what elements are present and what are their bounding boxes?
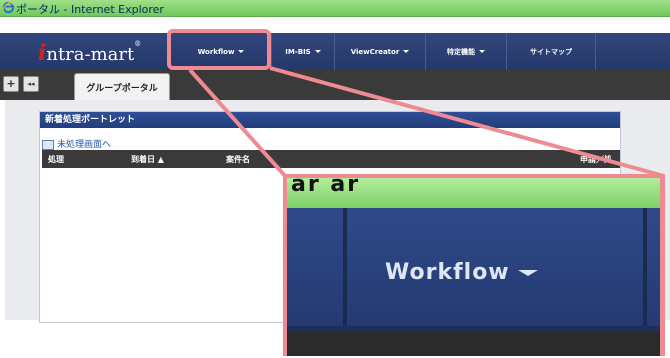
zoom-divider-left: [343, 208, 347, 332]
workflow-highlight-box: [167, 29, 271, 70]
chevron-down-icon: [517, 270, 538, 276]
zoom-workflow-label: Workflow: [385, 260, 510, 285]
workflow-zoom-inset: ar ar Workflow: [283, 174, 665, 356]
zoom-title-fragment: ar ar: [291, 174, 361, 197]
zoom-tab-bar: [287, 332, 660, 356]
zoom-workflow-menu[interactable]: Workflow: [385, 260, 538, 285]
zoom-divider-right: [643, 208, 647, 332]
zoom-title-bar: ar ar: [287, 178, 660, 208]
